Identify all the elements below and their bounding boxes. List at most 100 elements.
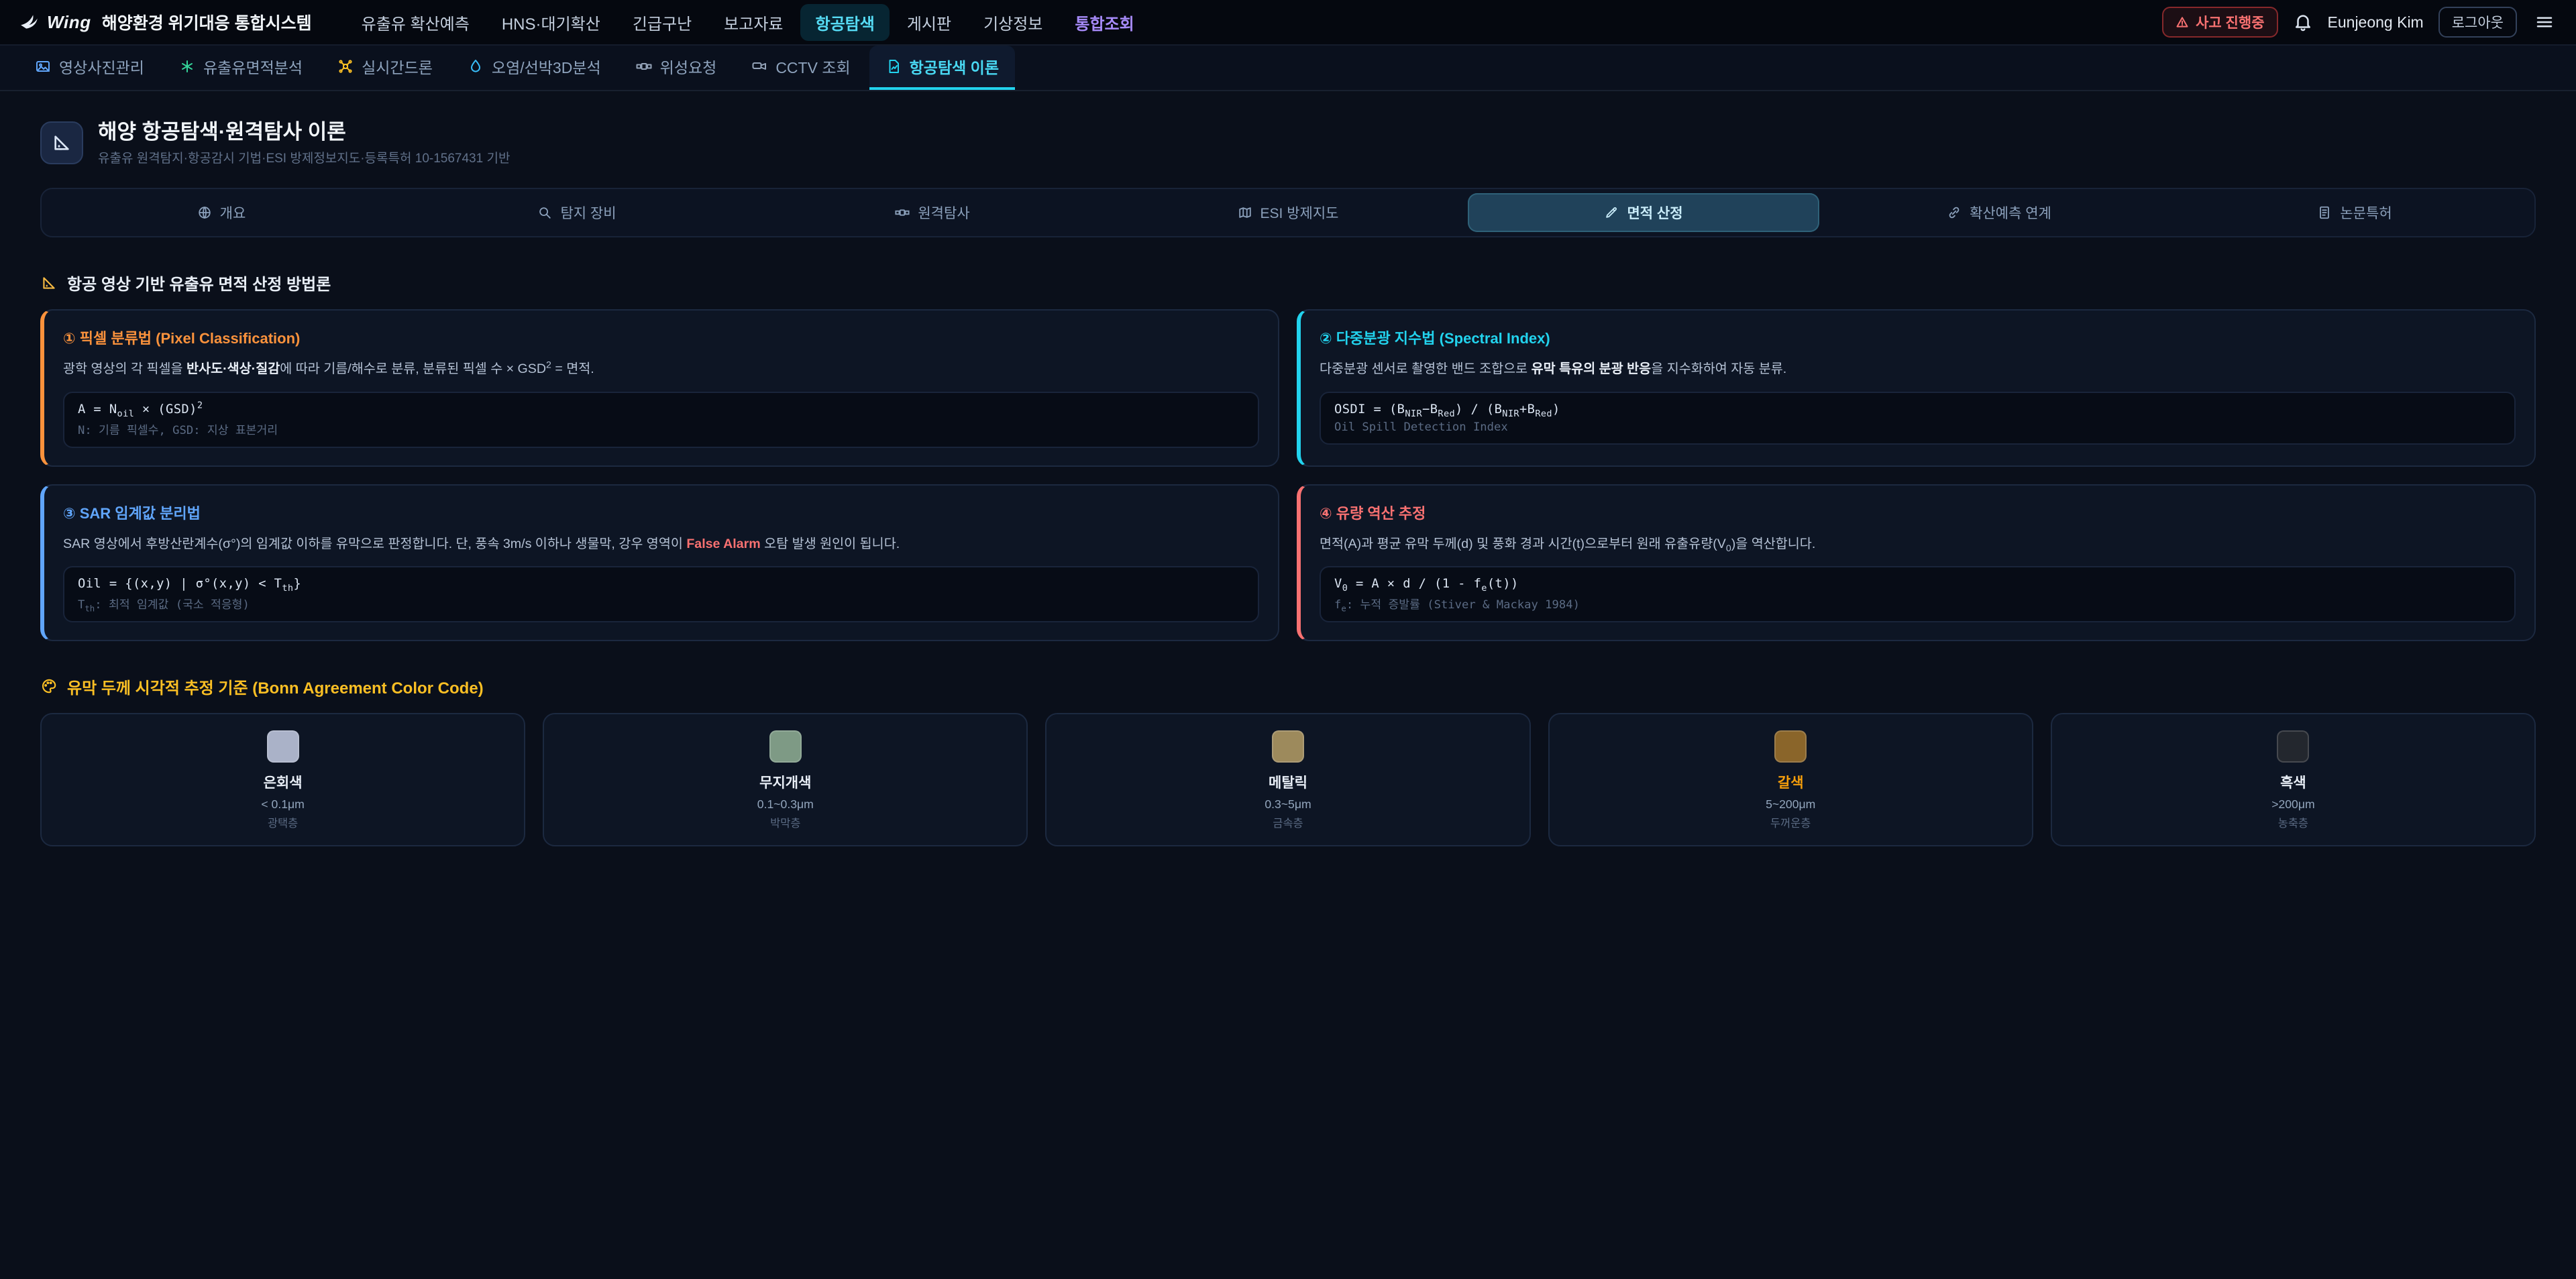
tab-label: 개요 <box>220 203 246 223</box>
tab-label: 확산예측 연계 <box>1970 203 2051 223</box>
bonn-name: 갈색 <box>1563 772 2019 792</box>
method-card-sar-threshold: ③ SAR 임계값 분리법 SAR 영상에서 후방산란계수(σ°)의 임계값 이… <box>40 484 1279 641</box>
method-card-title: ③ SAR 임계값 분리법 <box>63 502 1259 523</box>
color-swatch <box>2277 730 2309 763</box>
bonn-card-rainbow: 무지개색 0.1~0.3μm 박막층 <box>543 713 1028 846</box>
ruler-icon <box>1604 205 1619 220</box>
tab-diffusion-link[interactable]: 확산예측 연계 <box>1823 193 2175 232</box>
app-logo[interactable]: Wing 해양환경 위기대응 통합시스템 <box>19 10 312 34</box>
nav-item-oil-diffusion-forecast[interactable]: 유출유 확산예측 <box>347 4 484 41</box>
subnav-label: 항공탐색 이론 <box>910 55 999 78</box>
bonn-name: 무지개색 <box>557 772 1013 792</box>
formula-text: OSDI = (BNIR−BRed) / (BNIR+BRed) <box>1334 402 2501 416</box>
subnav-label: 위성요청 <box>660 55 717 78</box>
tab-area-estimation[interactable]: 면적 산정 <box>1468 193 1819 232</box>
method-card-body: 광학 영상의 각 픽셀을 반사도·색상·질감에 따라 기름/해수로 분류, 분류… <box>63 359 1259 379</box>
tab-label: 면적 산정 <box>1627 203 1682 223</box>
color-swatch <box>1272 730 1304 763</box>
bonn-name: 은회색 <box>55 772 511 792</box>
incident-status-badge[interactable]: 사고 진행중 <box>2162 7 2277 38</box>
subnav-item-pollution-ship-3d[interactable]: 오염/선박3D분석 <box>451 46 617 90</box>
logo-text: Wing <box>47 12 91 33</box>
nav-item-aerial-search[interactable]: 항공탐색 <box>800 4 889 41</box>
formula-block: V0 = A × d / (1 - fe(t)) fe: 누적 증발률 (Sti… <box>1320 566 2516 622</box>
paper-icon <box>2317 205 2332 220</box>
methods-grid: ① 픽셀 분류법 (Pixel Classification) 광학 영상의 각… <box>40 309 2536 641</box>
method-card-volume-back-estimation: ④ 유량 역산 추정 면적(A)과 평균 유막 두께(d) 및 풍화 경과 시간… <box>1297 484 2536 641</box>
nav-item-board[interactable]: 게시판 <box>892 4 966 41</box>
bonn-layer-desc: 박막층 <box>557 814 1013 830</box>
bonn-layer-desc: 광택층 <box>55 814 511 830</box>
bonn-grid: 은회색 < 0.1μm 광택층 무지개색 0.1~0.3μm 박막층 메탈릭 0… <box>40 713 2536 846</box>
methods-section: 항공 영상 기반 유출유 면적 산정 방법론 ① 픽셀 분류법 (Pixel C… <box>40 271 2536 641</box>
method-card-title: ② 다중분광 지수법 (Spectral Index) <box>1320 327 2516 348</box>
bonn-card-silver-gray: 은회색 < 0.1μm 광택층 <box>40 713 525 846</box>
nav-item-weather[interactable]: 기상정보 <box>969 4 1057 41</box>
subnav-item-image-management[interactable]: 영상사진관리 <box>19 46 160 90</box>
formula-block: OSDI = (BNIR−BRed) / (BNIR+BRed) Oil Spi… <box>1320 392 2516 445</box>
method-card-body: SAR 영상에서 후방산란계수(σ°)의 임계값 이하를 유막으로 판정합니다.… <box>63 534 1259 554</box>
image-icon <box>35 58 51 74</box>
bonn-name: 메탈릭 <box>1060 772 1515 792</box>
page-subtitle: 유출유 원격탐지·항공감시 기법·ESI 방제정보지도·등록특허 10-1567… <box>98 148 510 166</box>
bonn-thickness-range: 5~200μm <box>1563 797 2019 812</box>
map-icon <box>1238 205 1252 220</box>
hamburger-menu-icon[interactable] <box>2532 9 2557 35</box>
tab-label: 탐지 장비 <box>560 203 616 223</box>
tab-label: 논문특허 <box>2340 203 2392 223</box>
tab-papers-patents[interactable]: 논문특허 <box>2179 193 2530 232</box>
nav-item-reports[interactable]: 보고자료 <box>709 4 798 41</box>
method-card-pixel-classification: ① 픽셀 분류법 (Pixel Classification) 광학 영상의 각… <box>40 309 1279 466</box>
top-right-cluster: 사고 진행중 Eunjeong Kim 로그아웃 <box>2162 7 2557 38</box>
bonn-layer-desc: 금속층 <box>1060 814 1515 830</box>
subnav-label: 유출유면적분석 <box>203 55 303 78</box>
bonn-thickness-range: 0.1~0.3μm <box>557 797 1013 812</box>
bonn-card-black: 흑색 >200μm 농축층 <box>2051 713 2536 846</box>
bonn-thickness-range: >200μm <box>2065 797 2521 812</box>
nav-item-emergency-rescue[interactable]: 긴급구난 <box>618 4 706 41</box>
globe-icon <box>197 205 212 220</box>
nav-item-integrated-search[interactable]: 통합조회 <box>1060 4 1148 41</box>
satellite-icon <box>895 205 910 220</box>
method-card-title: ④ 유량 역산 추정 <box>1320 502 2516 523</box>
tab-esi-map[interactable]: ESI 방제지도 <box>1112 193 1464 232</box>
page-icon-box <box>40 121 83 164</box>
page-header: 해양 항공탐색·원격탐사 이론 유출유 원격탐지·항공감시 기법·ESI 방제정… <box>40 119 2536 166</box>
area-analysis-icon <box>179 58 195 74</box>
method-card-body: 면적(A)과 평균 유막 두께(d) 및 풍화 경과 시간(t)으로부터 원래 … <box>1320 534 2516 554</box>
subnav-item-satellite-request[interactable]: 위성요청 <box>620 46 733 90</box>
method-card-spectral-index: ② 다중분광 지수법 (Spectral Index) 다중분광 센서로 촬영한… <box>1297 309 2536 466</box>
palette-icon <box>40 677 58 695</box>
subnav-item-cctv-view[interactable]: CCTV 조회 <box>735 46 866 90</box>
bonn-card-brown: 갈색 5~200μm 두꺼운층 <box>1548 713 2033 846</box>
formula-note: fe: 누적 증발률 (Stiver & Mackay 1984) <box>1334 595 2501 612</box>
top-nav: Wing 해양환경 위기대응 통합시스템 유출유 확산예측 HNS·대기확산 긴… <box>0 0 2576 46</box>
logout-button[interactable]: 로그아웃 <box>2438 7 2517 38</box>
main-menu: 유출유 확산예측 HNS·대기확산 긴급구난 보고자료 항공탐색 게시판 기상정… <box>347 4 1149 41</box>
drone-icon <box>337 58 354 74</box>
set-square-icon <box>51 132 72 154</box>
subnav-label: CCTV 조회 <box>775 55 850 78</box>
wing-logo-icon <box>19 12 39 32</box>
notification-bell-icon[interactable] <box>2293 12 2313 32</box>
main-content: 해양 항공탐색·원격탐사 이론 유출유 원격탐지·항공감시 기법·ESI 방제정… <box>0 119 2576 900</box>
subnav-item-aerial-theory[interactable]: 항공탐색 이론 <box>869 46 1015 90</box>
subnav-label: 영상사진관리 <box>59 55 144 78</box>
subnav-label: 오염/선박3D분석 <box>492 55 601 78</box>
bonn-thickness-range: 0.3~5μm <box>1060 797 1515 812</box>
tab-remote-sensing[interactable]: 원격탐사 <box>757 193 1108 232</box>
satellite-icon <box>636 58 652 74</box>
color-swatch <box>1774 730 1807 763</box>
sub-nav: 영상사진관리 유출유면적분석 실시간드론 오염/선박3D분석 위성요청 CCTV… <box>0 46 2576 91</box>
tab-overview[interactable]: 개요 <box>46 193 397 232</box>
methods-section-title: 항공 영상 기반 유출유 면적 산정 방법론 <box>67 271 331 294</box>
color-swatch <box>769 730 802 763</box>
subnav-item-realtime-drone[interactable]: 실시간드론 <box>321 46 449 90</box>
subnav-item-oil-area-analysis[interactable]: 유출유면적분석 <box>163 46 319 90</box>
formula-text: A = Noil × (GSD)2 <box>78 402 1244 416</box>
tab-detection-equipment[interactable]: 탐지 장비 <box>401 193 753 232</box>
incident-badge-label: 사고 진행중 <box>2196 12 2264 32</box>
page-title: 해양 항공탐색·원격탐사 이론 <box>98 119 510 144</box>
cctv-icon <box>751 58 767 74</box>
nav-item-hns-air-diffusion[interactable]: HNS·대기확산 <box>487 4 615 41</box>
